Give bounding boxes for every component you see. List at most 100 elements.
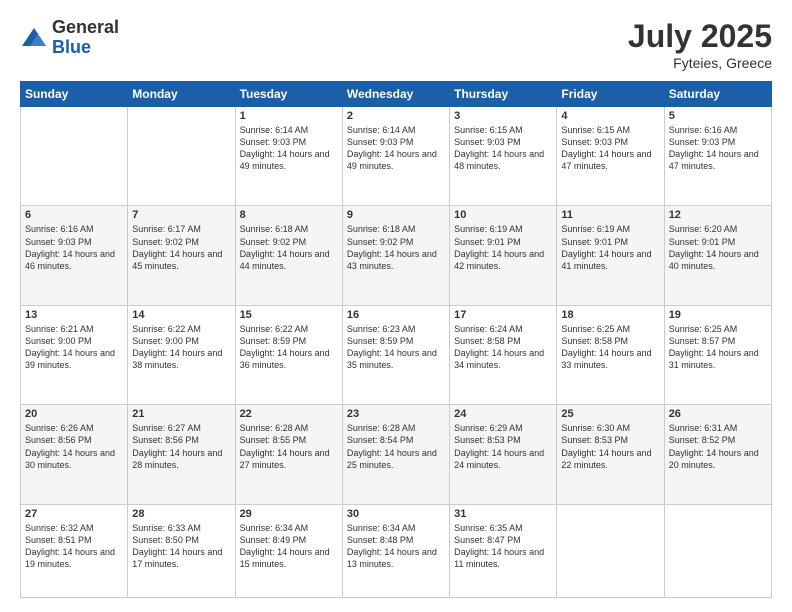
logo-general-text: General	[52, 18, 119, 38]
day-info: Sunrise: 6:34 AM Sunset: 8:49 PM Dayligh…	[240, 522, 338, 571]
col-monday: Monday	[128, 82, 235, 107]
table-row: 31 Sunrise: 6:35 AM Sunset: 8:47 PM Dayli…	[450, 504, 557, 597]
day-number: 13	[25, 309, 123, 321]
day-info: Sunrise: 6:18 AM Sunset: 9:02 PM Dayligh…	[240, 223, 338, 272]
col-saturday: Saturday	[664, 82, 771, 107]
day-number: 11	[561, 209, 659, 221]
day-info: Sunrise: 6:14 AM Sunset: 9:03 PM Dayligh…	[347, 124, 445, 173]
day-number: 30	[347, 508, 445, 520]
day-info: Sunrise: 6:15 AM Sunset: 9:03 PM Dayligh…	[561, 124, 659, 173]
logo: General Blue	[20, 18, 119, 58]
col-wednesday: Wednesday	[342, 82, 449, 107]
day-number: 31	[454, 508, 552, 520]
table-row	[21, 107, 128, 206]
day-number: 19	[669, 309, 767, 321]
day-number: 5	[669, 110, 767, 122]
day-number: 26	[669, 408, 767, 420]
table-row: 13 Sunrise: 6:21 AM Sunset: 9:00 PM Dayli…	[21, 305, 128, 404]
table-row: 24Sunrise: 6:29 AM Sunset: 8:53 PM Dayli…	[450, 405, 557, 504]
day-number: 18	[561, 309, 659, 321]
table-row: 22 Sunrise: 6:28 AM Sunset: 8:55 PM Dayli…	[235, 405, 342, 504]
day-info: Sunrise: 6:17 AM Sunset: 9:02 PM Dayligh…	[132, 223, 230, 272]
table-row: 23 Sunrise: 6:28 AM Sunset: 8:54 PM Dayli…	[342, 405, 449, 504]
calendar-week-row: 6 Sunrise: 6:16 AM Sunset: 9:03 PM Daylig…	[21, 206, 772, 305]
table-row: 3 Sunrise: 6:15 AM Sunset: 9:03 PM Daylig…	[450, 107, 557, 206]
day-info: Sunrise: 6:16 AM Sunset: 9:03 PM Dayligh…	[669, 124, 767, 173]
day-info: Sunrise: 6:19 AM Sunset: 9:01 PM Dayligh…	[561, 223, 659, 272]
day-number: 9	[347, 209, 445, 221]
table-row: 16Sunrise: 6:23 AM Sunset: 8:59 PM Dayli…	[342, 305, 449, 404]
day-info: Sunrise: 6:30 AM Sunset: 8:53 PM Dayligh…	[561, 422, 659, 471]
table-row	[128, 107, 235, 206]
logo-blue-text: Blue	[52, 38, 119, 58]
col-sunday: Sunday	[21, 82, 128, 107]
logo-text: General Blue	[52, 18, 119, 58]
col-friday: Friday	[557, 82, 664, 107]
table-row: 11 Sunrise: 6:19 AM Sunset: 9:01 PM Dayli…	[557, 206, 664, 305]
day-number: 17	[454, 309, 552, 321]
day-number: 27	[25, 508, 123, 520]
calendar-header-row: Sunday Monday Tuesday Wednesday Thursday…	[21, 82, 772, 107]
day-number: 3	[454, 110, 552, 122]
calendar-week-row: 27 Sunrise: 6:32 AM Sunset: 8:51 PM Dayli…	[21, 504, 772, 597]
table-row: 1 Sunrise: 6:14 AM Sunset: 9:03 PM Daylig…	[235, 107, 342, 206]
header: General Blue July 2025 Fyteies, Greece	[20, 18, 772, 71]
title-block: July 2025 Fyteies, Greece	[628, 18, 772, 71]
day-number: 6	[25, 209, 123, 221]
table-row: 28 Sunrise: 6:33 AM Sunset: 8:50 PM Dayli…	[128, 504, 235, 597]
day-number: 15	[240, 309, 338, 321]
day-info: Sunrise: 6:34 AM Sunset: 8:48 PM Dayligh…	[347, 522, 445, 571]
location: Fyteies, Greece	[628, 55, 772, 71]
day-number: 12	[669, 209, 767, 221]
table-row: 19Sunrise: 6:25 AM Sunset: 8:57 PM Dayli…	[664, 305, 771, 404]
table-row: 30 Sunrise: 6:34 AM Sunset: 8:48 PM Dayli…	[342, 504, 449, 597]
day-number: 4	[561, 110, 659, 122]
day-info: Sunrise: 6:16 AM Sunset: 9:03 PM Dayligh…	[25, 223, 123, 272]
table-row	[664, 504, 771, 597]
day-info: Sunrise: 6:18 AM Sunset: 9:02 PM Dayligh…	[347, 223, 445, 272]
table-row	[557, 504, 664, 597]
table-row: 7Sunrise: 6:17 AM Sunset: 9:02 PM Daylig…	[128, 206, 235, 305]
table-row: 21 Sunrise: 6:27 AM Sunset: 8:56 PM Dayli…	[128, 405, 235, 504]
table-row: 25 Sunrise: 6:30 AM Sunset: 8:53 PM Dayli…	[557, 405, 664, 504]
page: General Blue July 2025 Fyteies, Greece S…	[0, 0, 792, 612]
day-info: Sunrise: 6:22 AM Sunset: 9:00 PM Dayligh…	[132, 323, 230, 372]
table-row: 12Sunrise: 6:20 AM Sunset: 9:01 PM Dayli…	[664, 206, 771, 305]
day-info: Sunrise: 6:27 AM Sunset: 8:56 PM Dayligh…	[132, 422, 230, 471]
day-info: Sunrise: 6:35 AM Sunset: 8:47 PM Dayligh…	[454, 522, 552, 571]
day-info: Sunrise: 6:32 AM Sunset: 8:51 PM Dayligh…	[25, 522, 123, 571]
day-info: Sunrise: 6:28 AM Sunset: 8:54 PM Dayligh…	[347, 422, 445, 471]
day-number: 23	[347, 408, 445, 420]
day-info: Sunrise: 6:26 AM Sunset: 8:56 PM Dayligh…	[25, 422, 123, 471]
table-row: 20Sunrise: 6:26 AM Sunset: 8:56 PM Dayli…	[21, 405, 128, 504]
table-row: 6 Sunrise: 6:16 AM Sunset: 9:03 PM Daylig…	[21, 206, 128, 305]
table-row: 10 Sunrise: 6:19 AM Sunset: 9:01 PM Dayli…	[450, 206, 557, 305]
table-row: 4 Sunrise: 6:15 AM Sunset: 9:03 PM Daylig…	[557, 107, 664, 206]
day-info: Sunrise: 6:33 AM Sunset: 8:50 PM Dayligh…	[132, 522, 230, 571]
calendar-week-row: 20Sunrise: 6:26 AM Sunset: 8:56 PM Dayli…	[21, 405, 772, 504]
day-info: Sunrise: 6:24 AM Sunset: 8:58 PM Dayligh…	[454, 323, 552, 372]
calendar-table: Sunday Monday Tuesday Wednesday Thursday…	[20, 81, 772, 598]
table-row: 5 Sunrise: 6:16 AM Sunset: 9:03 PM Daylig…	[664, 107, 771, 206]
day-number: 10	[454, 209, 552, 221]
day-info: Sunrise: 6:23 AM Sunset: 8:59 PM Dayligh…	[347, 323, 445, 372]
day-number: 29	[240, 508, 338, 520]
day-info: Sunrise: 6:19 AM Sunset: 9:01 PM Dayligh…	[454, 223, 552, 272]
day-number: 25	[561, 408, 659, 420]
day-info: Sunrise: 6:28 AM Sunset: 8:55 PM Dayligh…	[240, 422, 338, 471]
day-info: Sunrise: 6:14 AM Sunset: 9:03 PM Dayligh…	[240, 124, 338, 173]
day-info: Sunrise: 6:15 AM Sunset: 9:03 PM Dayligh…	[454, 124, 552, 173]
day-number: 1	[240, 110, 338, 122]
day-info: Sunrise: 6:22 AM Sunset: 8:59 PM Dayligh…	[240, 323, 338, 372]
table-row: 18Sunrise: 6:25 AM Sunset: 8:58 PM Dayli…	[557, 305, 664, 404]
col-tuesday: Tuesday	[235, 82, 342, 107]
table-row: 2Sunrise: 6:14 AM Sunset: 9:03 PM Daylig…	[342, 107, 449, 206]
table-row: 14Sunrise: 6:22 AM Sunset: 9:00 PM Dayli…	[128, 305, 235, 404]
table-row: 29 Sunrise: 6:34 AM Sunset: 8:49 PM Dayli…	[235, 504, 342, 597]
day-number: 28	[132, 508, 230, 520]
day-number: 22	[240, 408, 338, 420]
day-info: Sunrise: 6:31 AM Sunset: 8:52 PM Dayligh…	[669, 422, 767, 471]
col-thursday: Thursday	[450, 82, 557, 107]
day-info: Sunrise: 6:21 AM Sunset: 9:00 PM Dayligh…	[25, 323, 123, 372]
day-number: 21	[132, 408, 230, 420]
